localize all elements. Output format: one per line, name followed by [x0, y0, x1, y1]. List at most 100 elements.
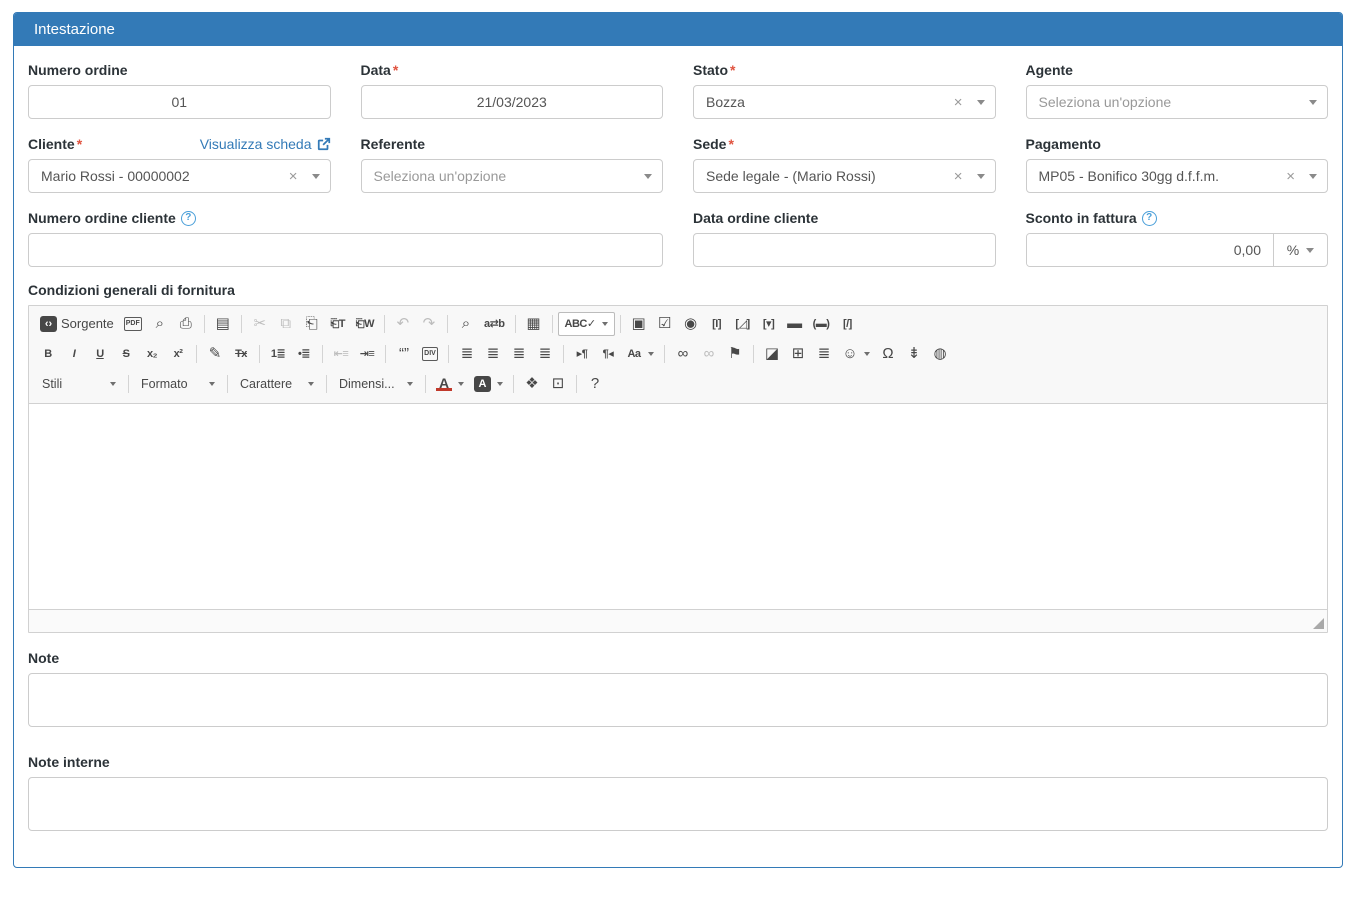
- iframe-button[interactable]: ◍: [927, 342, 953, 366]
- special-character-button[interactable]: Ω: [875, 342, 901, 366]
- note-label: Note: [28, 650, 1328, 666]
- find-button[interactable]: ⌕: [453, 312, 479, 336]
- maximize-button[interactable]: ❖: [519, 372, 545, 396]
- image-button[interactable]: ◪: [759, 342, 785, 366]
- text-field-button[interactable]: [I]: [704, 312, 730, 336]
- copy-formatting-button[interactable]: ✎: [202, 342, 228, 366]
- image-button-button[interactable]: (▬): [808, 312, 835, 336]
- select-field-button[interactable]: [▾]: [756, 312, 782, 336]
- replace-button[interactable]: a⇄b: [479, 312, 510, 336]
- select-all-button[interactable]: ▦: [521, 312, 547, 336]
- export-pdf-button[interactable]: PDF: [119, 313, 147, 335]
- link-button[interactable]: ∞: [670, 342, 696, 366]
- subscript-button[interactable]: x₂: [139, 342, 165, 366]
- preview-button[interactable]: ⌕: [147, 312, 173, 336]
- sconto-input[interactable]: [1027, 234, 1274, 266]
- referente-select[interactable]: Seleziona un'opzione: [361, 159, 664, 193]
- format-combo[interactable]: Formato: [135, 373, 221, 395]
- paste-button[interactable]: ⎗: [299, 312, 325, 336]
- sconto-unit-select[interactable]: %: [1273, 234, 1327, 266]
- stato-select[interactable]: Bozza ×: [693, 85, 996, 119]
- align-left-button[interactable]: ≣: [454, 342, 480, 366]
- underline-button[interactable]: U: [87, 342, 113, 366]
- form-button[interactable]: ▣: [626, 312, 652, 336]
- checkbox-button[interactable]: ☑: [652, 312, 678, 336]
- font-size-combo[interactable]: Dimensi...: [333, 373, 419, 395]
- pagamento-select[interactable]: MP05 - Bonifico 30gg d.f.f.m. ×: [1026, 159, 1329, 193]
- clear-icon[interactable]: ×: [1286, 169, 1295, 184]
- radio-button-button[interactable]: ◉: [678, 312, 704, 336]
- chevron-down-icon: [458, 382, 464, 386]
- field-sede: Sede* Sede legale - (Mario Rossi) ×: [693, 136, 996, 193]
- superscript-button[interactable]: x²: [165, 342, 191, 366]
- background-color-icon: A: [474, 376, 491, 392]
- remove-format-button[interactable]: Tx: [228, 342, 254, 366]
- spellcheck-button[interactable]: ABC✓: [558, 312, 615, 336]
- anchor-button[interactable]: ⚑: [722, 342, 748, 366]
- clear-icon[interactable]: ×: [289, 169, 298, 184]
- numero-ordine-input[interactable]: [28, 85, 331, 119]
- visualizza-scheda-link[interactable]: Visualizza scheda: [200, 136, 331, 152]
- div-container-button[interactable]: DIV: [417, 343, 443, 365]
- language-button[interactable]: Aa: [621, 342, 659, 366]
- toolbar-separator: [384, 315, 385, 333]
- div-container-icon: DIV: [422, 347, 438, 361]
- strikethrough-button[interactable]: S: [113, 342, 139, 366]
- bidi-rtl-button[interactable]: ¶◂: [595, 342, 621, 366]
- templates-button[interactable]: ▤: [210, 312, 236, 336]
- hidden-field-button[interactable]: [/]: [834, 312, 860, 336]
- paste-from-word-button[interactable]: ⎗W: [351, 312, 379, 336]
- sede-select[interactable]: Sede legale - (Mario Rossi) ×: [693, 159, 996, 193]
- pagamento-label: Pagamento: [1026, 136, 1101, 152]
- field-numero-ordine: Numero ordine: [28, 62, 331, 119]
- italic-button[interactable]: I: [61, 342, 87, 366]
- paste-as-text-button[interactable]: ⎗T: [325, 312, 351, 336]
- background-color-button[interactable]: A: [469, 372, 508, 396]
- resize-handle[interactable]: [1313, 618, 1324, 629]
- numbered-list-button[interactable]: 1≣: [265, 342, 291, 366]
- help-icon[interactable]: ?: [1142, 211, 1157, 226]
- print-button[interactable]: ⎙: [173, 312, 199, 336]
- toolbar-separator: [447, 315, 448, 333]
- increase-indent-button[interactable]: ⇥≡: [354, 342, 380, 366]
- clear-icon[interactable]: ×: [954, 169, 963, 184]
- editor-toolbar: ‹›SorgentePDF⌕⎙▤✂⧉⎗⎗T⎗W↶↷⌕a⇄b▦ABC✓▣☑◉[I]…: [29, 306, 1327, 404]
- note-interne-textarea[interactable]: [28, 777, 1328, 831]
- bold-button[interactable]: B: [35, 342, 61, 366]
- clear-icon[interactable]: ×: [954, 95, 963, 110]
- text-color-button[interactable]: A: [431, 373, 469, 395]
- agente-select[interactable]: Seleziona un'opzione: [1026, 85, 1329, 119]
- help-icon[interactable]: ?: [181, 211, 196, 226]
- toolbar-group: Stili: [35, 373, 123, 395]
- note-textarea[interactable]: [28, 673, 1328, 727]
- styles-combo[interactable]: Stili: [36, 373, 122, 395]
- editor-content[interactable]: [29, 404, 1327, 609]
- bold-icon: B: [40, 346, 56, 362]
- smiley-button[interactable]: ☺: [837, 342, 875, 366]
- about-button[interactable]: ?: [582, 372, 608, 396]
- data-ordine-cliente-input[interactable]: [693, 233, 996, 267]
- show-blocks-button[interactable]: ⊡: [545, 372, 571, 396]
- justify-button[interactable]: ≣: [532, 342, 558, 366]
- table-button[interactable]: ⊞: [785, 342, 811, 366]
- source-button[interactable]: ‹›Sorgente: [35, 312, 119, 336]
- align-center-button[interactable]: ≣: [480, 342, 506, 366]
- font-combo[interactable]: Carattere: [234, 373, 320, 395]
- button-button[interactable]: ▬: [782, 312, 808, 336]
- toolbar-group: Dimensi...: [332, 373, 420, 395]
- horizontal-rule-button[interactable]: ≣: [811, 342, 837, 366]
- blockquote-button[interactable]: “”: [391, 342, 417, 366]
- page-break-button[interactable]: ⇟: [901, 342, 927, 366]
- textarea-button[interactable]: [◿]: [730, 312, 756, 336]
- chevron-down-icon: [1309, 174, 1317, 179]
- bulleted-list-button[interactable]: •≣: [291, 342, 317, 366]
- numero-ordine-cliente-input[interactable]: [28, 233, 663, 267]
- italic-icon: I: [66, 346, 82, 362]
- bidi-ltr-button[interactable]: ▸¶: [569, 342, 595, 366]
- data-input[interactable]: [361, 85, 664, 119]
- cliente-select[interactable]: Mario Rossi - 00000002 ×: [28, 159, 331, 193]
- note-interne-label: Note interne: [28, 754, 1328, 770]
- required-asterisk: *: [730, 62, 735, 78]
- align-right-button[interactable]: ≣: [506, 342, 532, 366]
- horizontal-rule-icon: ≣: [816, 346, 832, 362]
